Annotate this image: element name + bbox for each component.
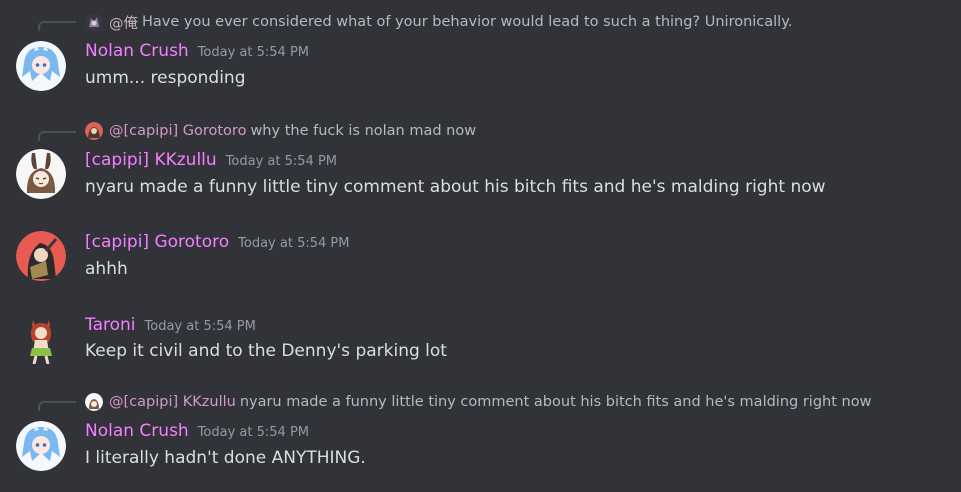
blue-anime-avatar-icon[interactable]	[16, 421, 66, 471]
reply-connector	[38, 131, 76, 141]
red-girl-avatar-icon[interactable]	[16, 231, 66, 281]
chat-log: @俺 Have you ever considered what of your…	[0, 0, 961, 492]
reply-preview[interactable]: @[capipi] KKzullu nyaru made a funny lit…	[85, 392, 871, 412]
timestamp[interactable]: Today at 5:54 PM	[238, 236, 349, 251]
timestamp[interactable]: Today at 5:54 PM	[198, 45, 309, 60]
username[interactable]: Taroni	[85, 315, 136, 335]
reply-connector	[38, 401, 76, 411]
message[interactable]: [capipi] Gorotoro Today at 5:54 PM ahhh	[0, 220, 961, 302]
reply-preview[interactable]: @俺 Have you ever considered what of your…	[85, 12, 792, 32]
message-text: Keep it civil and to the Denny's parking…	[85, 341, 447, 361]
message-text: ahhh	[85, 259, 128, 279]
reply-preview[interactable]: @[capipi] Gorotoro why the fuck is nolan…	[85, 121, 476, 141]
timestamp[interactable]: Today at 5:54 PM	[198, 425, 309, 440]
dark-avatar-icon[interactable]	[85, 13, 103, 31]
message[interactable]: @俺 Have you ever considered what of your…	[0, 0, 961, 110]
reply-text[interactable]: why the fuck is nolan mad now	[250, 123, 476, 139]
taroni-avatar-icon[interactable]	[16, 314, 66, 364]
kkzullu-avatar-icon[interactable]	[85, 393, 103, 411]
reply-text[interactable]: nyaru made a funny little tiny comment a…	[240, 394, 872, 410]
message[interactable]: Taroni Today at 5:54 PM Keep it civil an…	[0, 302, 961, 382]
message-text: nyaru made a funny little tiny comment a…	[85, 177, 826, 197]
username[interactable]: [capipi] Gorotoro	[85, 232, 229, 252]
reply-connector	[38, 21, 76, 31]
reply-username[interactable]: @俺	[109, 12, 138, 33]
timestamp[interactable]: Today at 5:54 PM	[226, 154, 337, 169]
bunny-girl-avatar-icon[interactable]	[16, 149, 66, 199]
message-text: umm... responding	[85, 68, 246, 88]
gorotoro-avatar-icon[interactable]	[85, 122, 103, 140]
username[interactable]: [capipi] KKzullu	[85, 150, 217, 170]
message-text: I literally hadn't done ANYTHING.	[85, 448, 366, 468]
timestamp[interactable]: Today at 5:54 PM	[145, 319, 256, 334]
reply-username[interactable]: @[capipi] KKzullu	[109, 394, 236, 410]
message[interactable]: @[capipi] KKzullu nyaru made a funny lit…	[0, 382, 961, 492]
reply-username[interactable]: @[capipi] Gorotoro	[109, 123, 246, 139]
username[interactable]: Nolan Crush	[85, 41, 189, 61]
username[interactable]: Nolan Crush	[85, 421, 189, 441]
blue-anime-avatar-icon[interactable]	[16, 41, 66, 91]
message[interactable]: @[capipi] Gorotoro why the fuck is nolan…	[0, 110, 961, 220]
reply-text[interactable]: Have you ever considered what of your be…	[142, 14, 792, 30]
